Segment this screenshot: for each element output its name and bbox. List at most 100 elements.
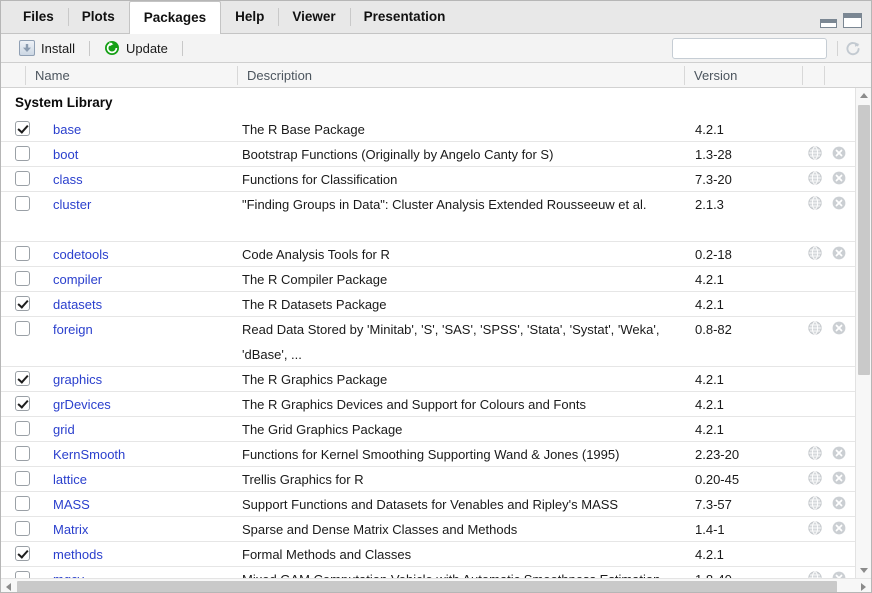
table-row[interactable]: latticeTrellis Graphics for R0.20-45 [1, 467, 855, 492]
package-loaded-checkbox[interactable] [15, 446, 30, 461]
table-row[interactable]: compilerThe R Compiler Package4.2.1 [1, 267, 855, 292]
remove-package-icon[interactable] [831, 445, 847, 461]
column-header-name[interactable]: Name [25, 63, 237, 88]
package-loaded-checkbox[interactable] [15, 321, 30, 336]
package-loaded-checkbox[interactable] [15, 546, 30, 561]
column-header-version[interactable]: Version [684, 63, 802, 88]
package-description: The R Datasets Package [242, 292, 682, 317]
package-name-link[interactable]: boot [53, 142, 235, 167]
package-actions [807, 245, 855, 261]
browse-package-icon[interactable] [807, 445, 823, 461]
package-loaded-checkbox[interactable] [15, 296, 30, 311]
scroll-down-arrow-icon[interactable] [856, 563, 871, 578]
package-name-link[interactable]: MASS [53, 492, 235, 517]
table-row[interactable]: baseThe R Base Package4.2.1 [1, 117, 855, 142]
package-loaded-checkbox[interactable] [15, 271, 30, 286]
column-header-browse[interactable] [802, 63, 824, 88]
horizontal-scrollbar-thumb[interactable] [17, 581, 837, 593]
tab-viewer[interactable]: Viewer [278, 1, 349, 33]
package-loaded-checkbox[interactable] [15, 371, 30, 386]
column-header-remove[interactable] [824, 63, 856, 88]
scroll-right-arrow-icon[interactable] [856, 579, 871, 593]
table-row[interactable]: grDevicesThe R Graphics Devices and Supp… [1, 392, 855, 417]
table-row[interactable]: MASSSupport Functions and Datasets for V… [1, 492, 855, 517]
table-row[interactable]: graphicsThe R Graphics Package4.2.1 [1, 367, 855, 392]
browse-package-icon[interactable] [807, 245, 823, 261]
package-name-link[interactable]: cluster [53, 192, 235, 217]
package-loaded-checkbox[interactable] [15, 196, 30, 211]
table-row[interactable]: cluster"Finding Groups in Data": Cluster… [1, 192, 855, 242]
browse-package-icon[interactable] [807, 320, 823, 336]
package-checkbox-cell [15, 271, 30, 286]
maximize-icon[interactable] [843, 13, 862, 28]
remove-package-icon[interactable] [831, 470, 847, 486]
package-name-link[interactable]: class [53, 167, 235, 192]
table-row[interactable]: foreignRead Data Stored by 'Minitab', 'S… [1, 317, 855, 367]
horizontal-scrollbar[interactable] [1, 578, 871, 593]
refresh-button[interactable] [843, 39, 863, 59]
package-name-link[interactable]: datasets [53, 292, 235, 317]
update-button[interactable]: Update [98, 37, 174, 59]
package-loaded-checkbox[interactable] [15, 521, 30, 536]
tab-files[interactable]: Files [9, 1, 68, 33]
package-name-link[interactable]: base [53, 117, 235, 142]
table-row[interactable]: gridThe Grid Graphics Package4.2.1 [1, 417, 855, 442]
package-name-link[interactable]: foreign [53, 317, 235, 342]
tab-packages[interactable]: Packages [129, 1, 221, 34]
vertical-scrollbar[interactable] [855, 88, 871, 593]
package-loaded-checkbox[interactable] [15, 146, 30, 161]
search-input[interactable] [678, 40, 841, 57]
package-loaded-checkbox[interactable] [15, 471, 30, 486]
package-loaded-checkbox[interactable] [15, 421, 30, 436]
remove-package-icon[interactable] [831, 170, 847, 186]
remove-package-icon[interactable] [831, 195, 847, 211]
package-name-link[interactable]: compiler [53, 267, 235, 292]
search-box[interactable] [672, 38, 827, 59]
package-checkbox-cell [15, 296, 30, 311]
table-row[interactable]: codetoolsCode Analysis Tools for R0.2-18 [1, 242, 855, 267]
package-name-link[interactable]: codetools [53, 242, 235, 267]
package-loaded-checkbox[interactable] [15, 171, 30, 186]
table-row[interactable]: KernSmoothFunctions for Kernel Smoothing… [1, 442, 855, 467]
table-row[interactable]: MatrixSparse and Dense Matrix Classes an… [1, 517, 855, 542]
package-name-link[interactable]: grDevices [53, 392, 235, 417]
package-name-link[interactable]: graphics [53, 367, 235, 392]
package-name-link[interactable]: grid [53, 417, 235, 442]
tab-label: Plots [82, 9, 115, 24]
remove-package-icon[interactable] [831, 320, 847, 336]
package-loaded-checkbox[interactable] [15, 246, 30, 261]
table-row[interactable]: methodsFormal Methods and Classes4.2.1 [1, 542, 855, 567]
package-loaded-checkbox[interactable] [15, 396, 30, 411]
table-row[interactable]: classFunctions for Classification7.3-20 [1, 167, 855, 192]
browse-package-icon[interactable] [807, 495, 823, 511]
update-refresh-icon [104, 40, 120, 56]
column-header-description[interactable]: Description [237, 63, 684, 88]
browse-package-icon[interactable] [807, 145, 823, 161]
tab-help[interactable]: Help [221, 1, 278, 33]
package-loaded-checkbox[interactable] [15, 496, 30, 511]
remove-package-icon[interactable] [831, 520, 847, 536]
table-row[interactable]: bootBootstrap Functions (Originally by A… [1, 142, 855, 167]
minimize-icon[interactable] [820, 19, 837, 28]
tab-presentation[interactable]: Presentation [350, 1, 460, 33]
scroll-up-arrow-icon[interactable] [856, 88, 871, 103]
package-name-link[interactable]: lattice [53, 467, 235, 492]
package-description: Formal Methods and Classes [242, 542, 682, 567]
remove-package-icon[interactable] [831, 245, 847, 261]
scroll-left-arrow-icon[interactable] [1, 579, 16, 593]
browse-package-icon[interactable] [807, 170, 823, 186]
remove-package-icon[interactable] [831, 145, 847, 161]
browse-package-icon[interactable] [807, 195, 823, 211]
packages-toolbar: Install Update [1, 34, 871, 63]
tab-plots[interactable]: Plots [68, 1, 129, 33]
package-name-link[interactable]: Matrix [53, 517, 235, 542]
browse-package-icon[interactable] [807, 520, 823, 536]
package-loaded-checkbox[interactable] [15, 121, 30, 136]
install-button[interactable]: Install [13, 37, 81, 59]
vertical-scrollbar-thumb[interactable] [858, 105, 870, 375]
package-name-link[interactable]: KernSmooth [53, 442, 235, 467]
table-row[interactable]: datasetsThe R Datasets Package4.2.1 [1, 292, 855, 317]
browse-package-icon[interactable] [807, 470, 823, 486]
package-name-link[interactable]: methods [53, 542, 235, 567]
remove-package-icon[interactable] [831, 495, 847, 511]
